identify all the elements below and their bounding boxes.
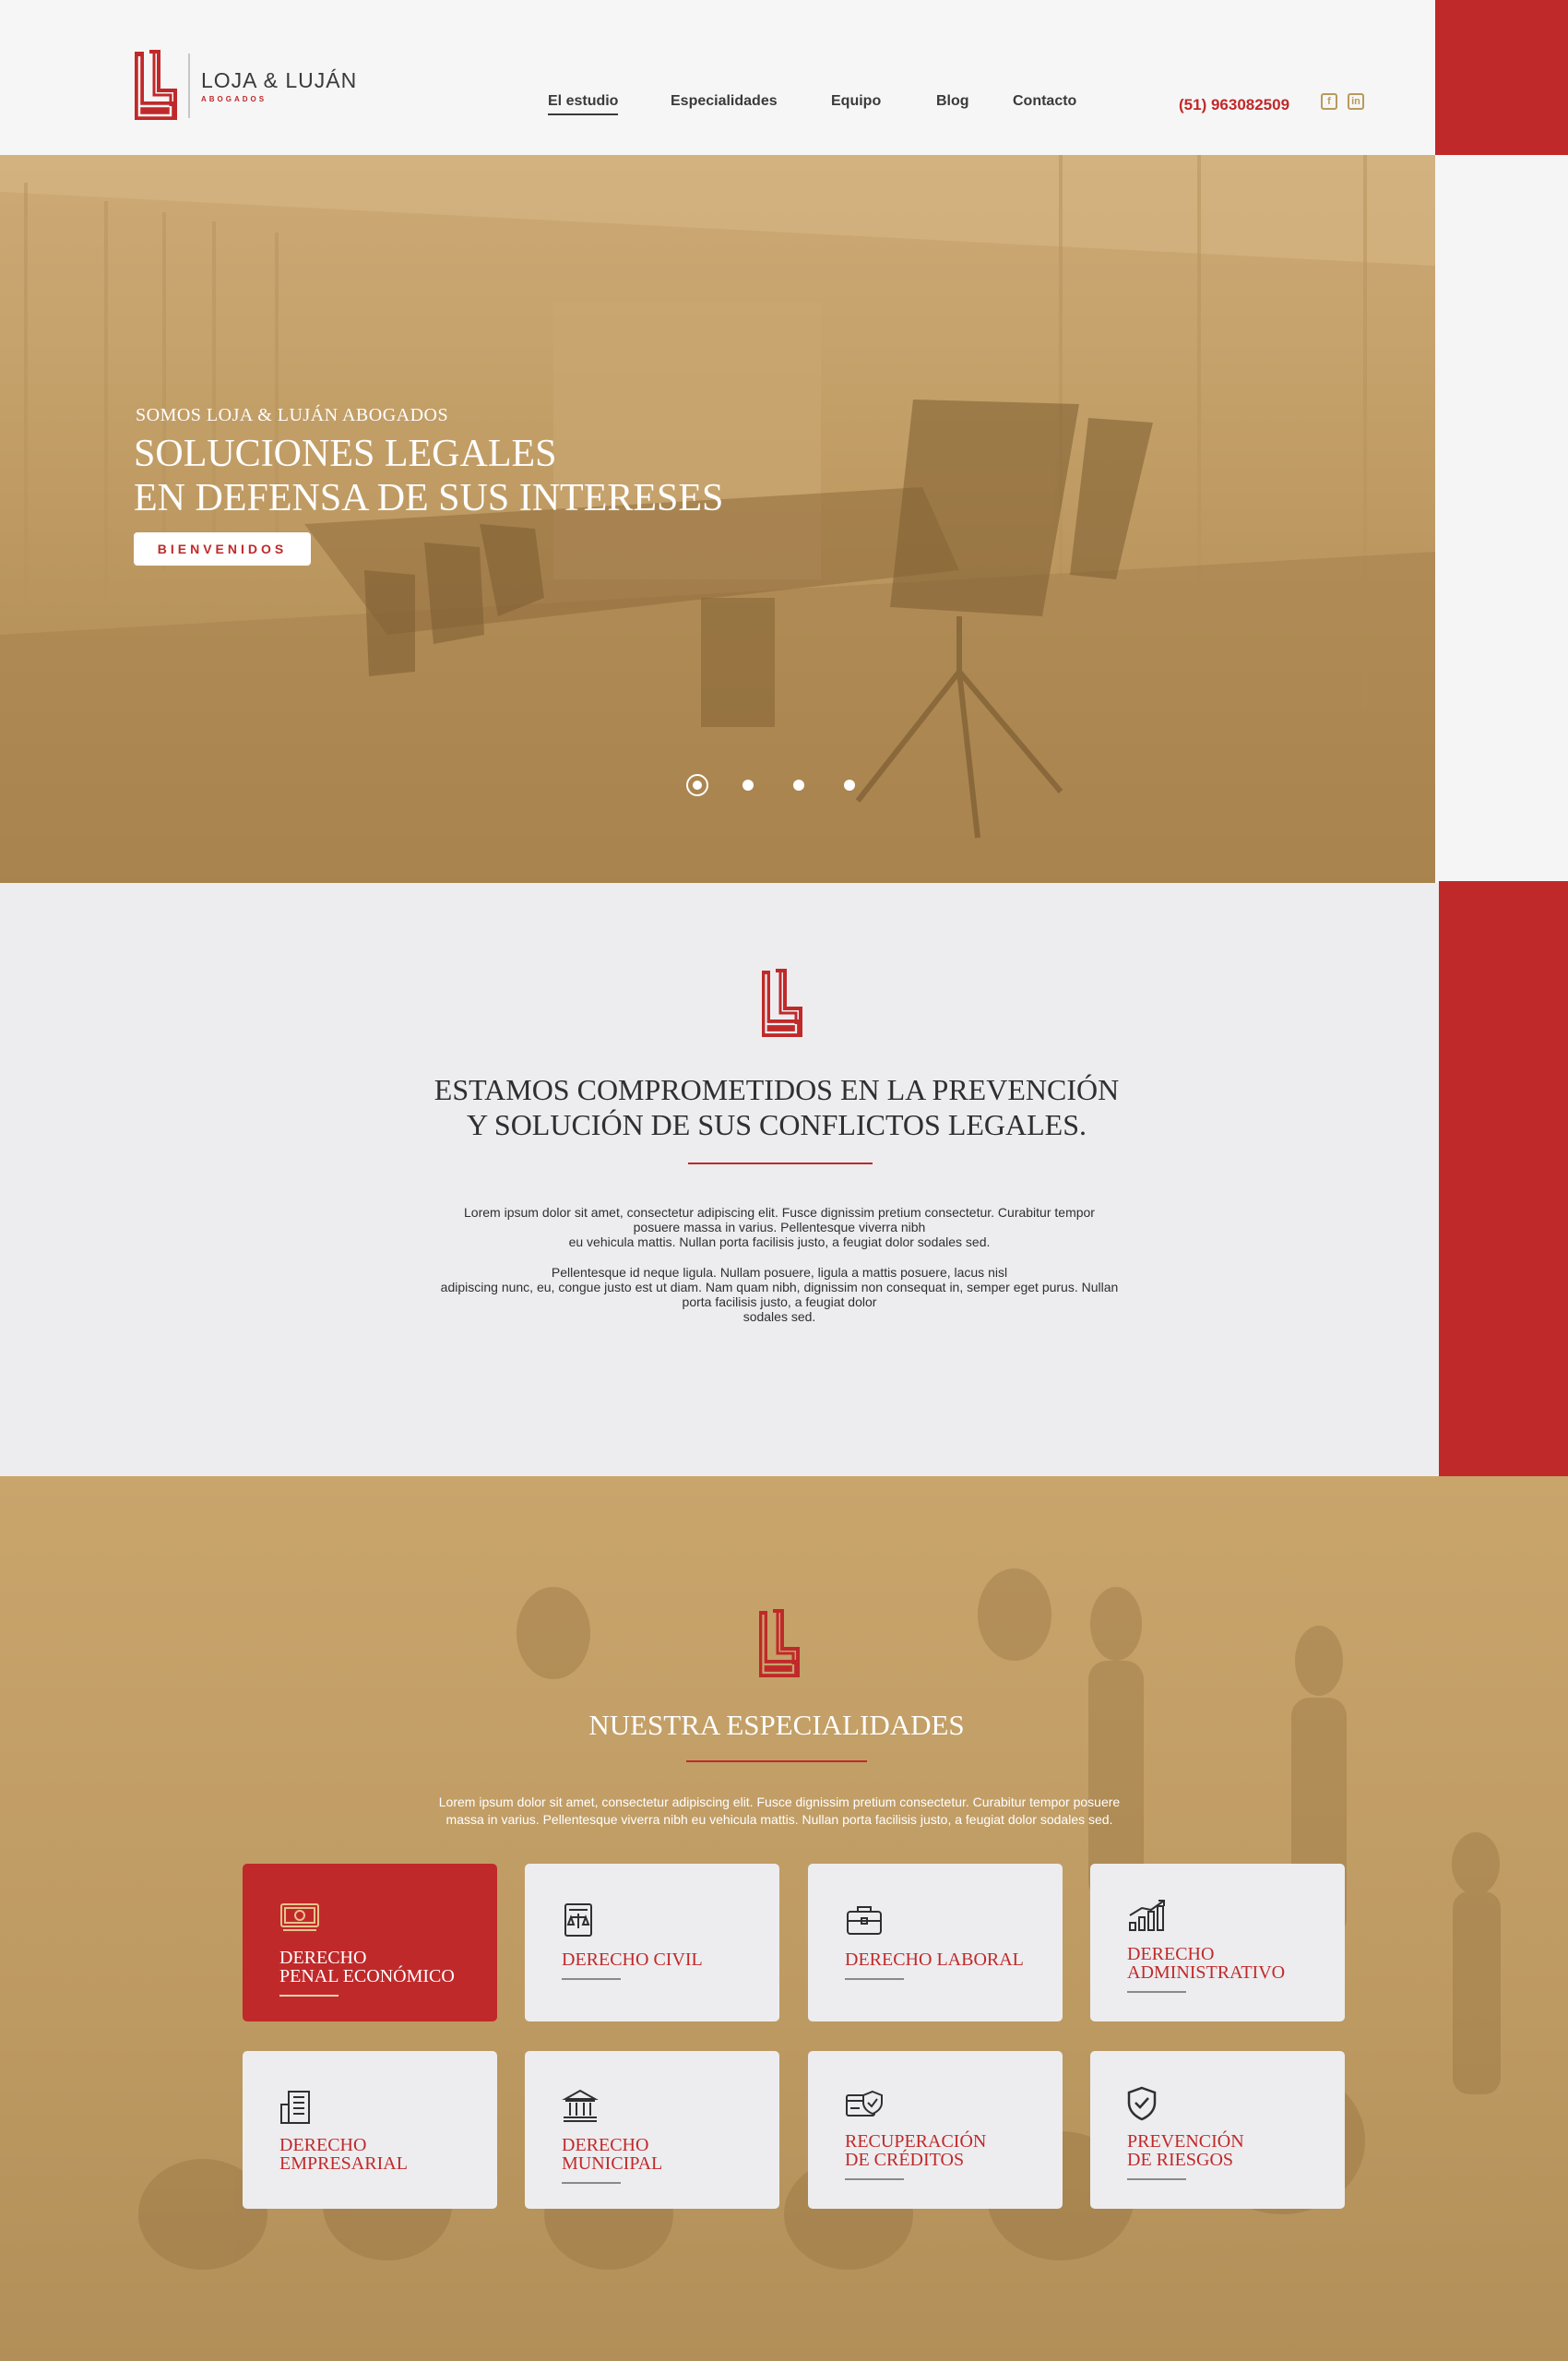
about-title: ESTAMOS COMPROMETIDOS EN LA PREVENCIÓN Y… <box>0 1072 1553 1142</box>
about-p1-line: posuere massa in varius. Pellentesque vi… <box>633 1220 926 1234</box>
about-p2-line: adipiscing nunc, eu, congue justo est ut… <box>440 1280 1119 1294</box>
phone-number[interactable]: (51) 963082509 <box>1179 96 1289 114</box>
building-icon <box>280 2091 310 2124</box>
specialties-intro-line: Lorem ipsum dolor sit amet, consectetur … <box>438 1795 1121 1809</box>
slider-dot-2[interactable] <box>742 780 754 791</box>
hero-kicker: SOMOS LOJA & LUJÁN ABOGADOS <box>136 405 449 425</box>
card-label-line-1: DERECHO <box>279 1948 367 1968</box>
nav-el-estudio[interactable]: El estudio <box>548 93 619 115</box>
municipal-building-icon <box>562 2089 599 2122</box>
card-underline <box>1127 2178 1186 2180</box>
about-title-line-1: ESTAMOS COMPROMETIDOS EN LA PREVENCIÓN <box>434 1073 1120 1106</box>
card-underline <box>279 1995 339 1997</box>
card-derecho-empresarial[interactable]: DERECHO EMPRESARIAL <box>243 2051 497 2209</box>
nav-equipo[interactable]: Equipo <box>831 93 881 110</box>
hero-title-line-2: EN DEFENSA DE SUS INTERESES <box>134 477 724 519</box>
about-paragraph-2: Pellentesque id neque ligula. Nullam pos… <box>350 1265 1208 1324</box>
document-scale-icon <box>564 1903 592 1937</box>
logo-mark-icon <box>135 50 177 120</box>
card-derecho-administrativo[interactable]: DERECHO ADMINISTRATIVO <box>1090 1864 1345 2021</box>
linkedin-icon[interactable]: in <box>1348 93 1364 110</box>
card-label-line-1: DERECHO CIVIL <box>562 1950 703 1970</box>
about-title-line-2: Y SOLUCIÓN DE SUS CONFLICTOS LEGALES. <box>466 1108 1087 1141</box>
about-p2-line: Pellentesque id neque ligula. Nullam pos… <box>551 1265 1008 1280</box>
about-p2-line: porta facilisis justo, a feugiat dolor <box>682 1294 877 1309</box>
hero-slider: SOMOS LOJA & LUJÁN ABOGADOS SOLUCIONES L… <box>0 155 1435 883</box>
card-derecho-municipal[interactable]: DERECHO MUNICIPAL <box>525 2051 779 2209</box>
logo-divider <box>188 54 190 118</box>
about-logo-mark-icon <box>762 969 802 1037</box>
card-underline <box>562 1978 621 1980</box>
card-label-line-2: PENAL ECONÓMICO <box>279 1966 455 1986</box>
card-derecho-laboral[interactable]: DERECHO LABORAL <box>808 1864 1063 2021</box>
bienvenidos-button[interactable]: BIENVENIDOS <box>134 532 311 566</box>
card-underline <box>845 1978 904 1980</box>
slider-dot-4[interactable] <box>844 780 855 791</box>
about-p2-line: sodales sed. <box>742 1309 816 1324</box>
briefcase-icon <box>847 1906 882 1935</box>
about-p1-line: Lorem ipsum dolor sit amet, consectetur … <box>464 1205 1095 1220</box>
about-divider <box>688 1163 873 1164</box>
card-label-line-1: DERECHO <box>279 2135 367 2155</box>
site-header: LOJA & LUJÁN ABOGADOS El estudio Especia… <box>0 0 1435 155</box>
specialties-logo-mark-icon <box>759 1609 800 1677</box>
card-label-line-1: RECUPERACIÓN <box>845 2131 987 2152</box>
about-p1-line: eu vehicula mattis. Nullan porta facilis… <box>568 1234 991 1249</box>
specialties-intro: Lorem ipsum dolor sit amet, consectetur … <box>360 1794 1199 1829</box>
slider-dot-3[interactable] <box>793 780 804 791</box>
card-label-line-2: DE RIESGOS <box>1127 2150 1234 2170</box>
nav-blog[interactable]: Blog <box>936 93 969 110</box>
card-prevencion-de-riesgos[interactable]: PREVENCIÓN DE RIESGOS <box>1090 2051 1345 2209</box>
slider-dot-1[interactable] <box>686 774 708 796</box>
card-label-line-1: PREVENCIÓN <box>1127 2131 1244 2152</box>
card-derecho-penal-economico[interactable]: DERECHO PENAL ECONÓMICO <box>243 1864 497 2021</box>
card-derecho-civil[interactable]: DERECHO CIVIL <box>525 1864 779 2021</box>
side-accent-middle <box>1439 881 1568 1476</box>
credit-card-check-icon <box>846 2090 883 2117</box>
card-recuperacion-de-creditos[interactable]: RECUPERACIÓN DE CRÉDITOS <box>808 2051 1063 2209</box>
card-underline <box>562 2182 621 2184</box>
hero-title-line-1: SOLUCIONES LEGALES <box>134 433 557 475</box>
specialties-divider <box>686 1760 867 1762</box>
card-label-line-2: MUNICIPAL <box>562 2153 663 2174</box>
facebook-icon[interactable]: f <box>1321 93 1337 110</box>
side-accent-gap <box>1435 155 1568 881</box>
brand-subtitle: ABOGADOS <box>201 95 267 103</box>
nav-contacto[interactable]: Contacto <box>1013 93 1076 110</box>
shield-check-icon <box>1127 2086 1157 2121</box>
card-underline <box>845 2178 904 2180</box>
card-label-line-1: DERECHO LABORAL <box>845 1950 1024 1970</box>
specialties-intro-line: massa in varius. Pellentesque viverra ni… <box>445 1812 1113 1827</box>
card-label-line-2: EMPRESARIAL <box>279 2153 408 2174</box>
side-accent-top <box>1435 0 1568 155</box>
specialties-title: NUESTRA ESPECIALIDADES <box>588 1709 965 1741</box>
card-label-line-1: DERECHO <box>1127 1944 1215 1964</box>
card-label-line-1: DERECHO <box>562 2135 649 2155</box>
site-logo[interactable]: LOJA & LUJÁN ABOGADOS <box>133 50 357 122</box>
card-label-line-2: DE CRÉDITOS <box>845 2150 965 2170</box>
card-label-line-2: ADMINISTRATIVO <box>1127 1962 1286 1983</box>
money-icon <box>280 1903 319 1931</box>
nav-especialidades[interactable]: Especialidades <box>671 93 778 110</box>
about-section <box>0 883 1439 1476</box>
hero-title: SOLUCIONES LEGALES EN DEFENSA DE SUS INT… <box>134 432 723 520</box>
growth-chart-icon <box>1129 1900 1165 1931</box>
brand-name: LOJA & LUJÁN <box>201 68 358 92</box>
about-paragraph-1: Lorem ipsum dolor sit amet, consectetur … <box>350 1205 1208 1249</box>
card-underline <box>1127 1991 1186 1993</box>
